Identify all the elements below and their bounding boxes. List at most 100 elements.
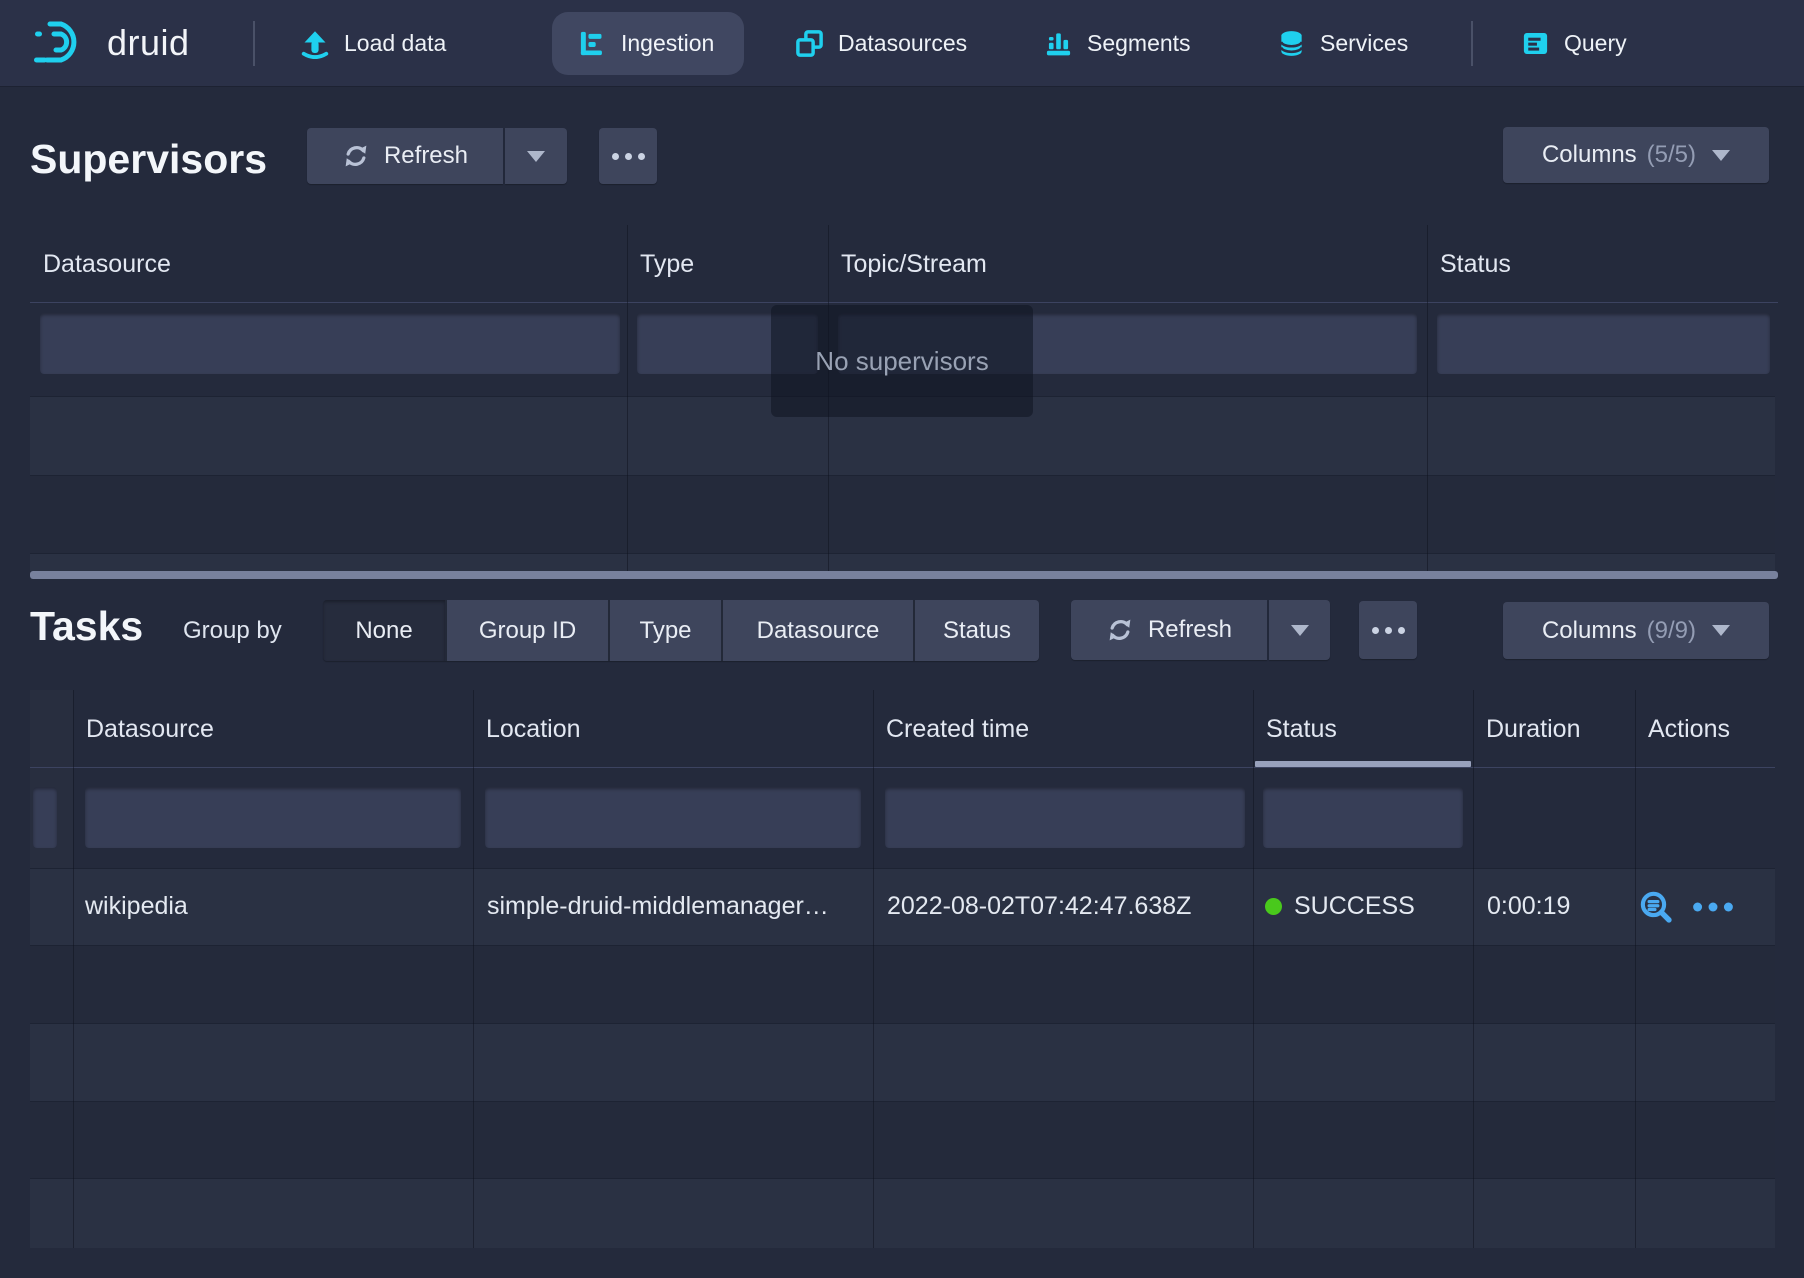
column-divider [1427,225,1428,571]
task-detail-magnifier-icon[interactable] [1638,889,1674,925]
header-divider [30,767,1775,768]
group-by-none-button[interactable]: None [323,600,445,661]
column-divider [1253,690,1254,1248]
column-header-actions[interactable]: Actions [1635,690,1775,768]
nav-item-query[interactable]: Query [1521,0,1627,87]
nav-item-label: Services [1320,30,1408,57]
tasks-more-button[interactable] [1359,601,1417,659]
table-row [30,1101,1775,1178]
chevron-down-icon [1291,625,1309,636]
columns-label: Columns [1542,141,1637,169]
supervisors-title: Supervisors [30,136,267,183]
group-by-group-id-button[interactable]: Group ID [445,600,608,661]
tasks-refresh-caret-button[interactable] [1269,600,1330,660]
nav-item-label: Segments [1087,30,1191,57]
chevron-down-icon [527,151,545,162]
druid-console: druid Load data Ingestion [0,0,1804,1278]
chevron-down-icon [1712,150,1730,161]
status-text: SUCCESS [1294,892,1415,921]
logo-text: druid [107,22,190,64]
nav-item-label: Datasources [838,30,967,57]
tasks-columns-button[interactable]: Columns (9/9) [1503,602,1769,659]
supervisors-columns-button[interactable]: Columns (5/5) [1503,127,1769,183]
tasks-refresh-split-button: Refresh [1071,600,1330,660]
cell-created-time: 2022-08-02T07:42:47.638Z [887,868,1247,945]
load-data-icon [300,29,330,59]
horizontal-scrollbar[interactable] [30,571,1778,579]
column-header-datasource[interactable]: Datasource [30,225,627,303]
column-divider [1635,690,1636,1248]
nav-divider [253,21,255,66]
column-header-topic-stream[interactable]: Topic/Stream [828,225,1427,303]
supervisors-more-button[interactable] [599,128,657,184]
group-by-button-group: None Group ID Type Datasource Status [323,600,1039,661]
filter-location-input[interactable] [485,787,861,848]
more-icon [1372,627,1405,634]
cell-actions [1638,868,1798,945]
column-header-type[interactable]: Type [627,225,828,303]
group-by-datasource-button[interactable]: Datasource [721,600,913,661]
column-header-status[interactable]: Status [1427,225,1778,303]
nav-item-label: Query [1564,30,1627,57]
header-divider [30,302,1778,303]
filter-datasource-input[interactable] [40,313,620,374]
cell-location: simple-druid-middlemanager… [487,868,857,945]
cell-duration: 0:00:19 [1487,868,1637,945]
nav-divider [1471,21,1473,66]
nav-item-label: Load data [344,30,446,57]
table-row [30,553,1775,571]
filter-created-time-input[interactable] [885,787,1245,848]
column-header-location[interactable]: Location [473,690,873,768]
supervisors-refresh-caret-button[interactable] [505,128,567,184]
nav-item-ingestion[interactable]: Ingestion [552,12,744,75]
chevron-down-icon [1712,625,1730,636]
table-row [30,475,1775,553]
druid-logo-icon [34,19,92,67]
filter-datasource-input[interactable] [85,787,461,848]
columns-count: (5/5) [1647,141,1696,169]
more-icon [612,153,645,160]
group-by-label: Group by [183,617,282,645]
ingestion-icon [578,29,607,58]
query-icon [1521,29,1550,58]
empty-state-message: No supervisors [815,346,988,377]
column-header-created-time[interactable]: Created time [873,690,1253,768]
columns-label: Columns [1542,617,1637,645]
nav-item-segments[interactable]: Segments [1044,0,1191,87]
columns-count: (9/9) [1647,617,1696,645]
table-row [30,945,1775,1023]
filter-status-input[interactable] [1263,787,1463,848]
column-divider [627,225,628,571]
supervisors-refresh-button[interactable]: Refresh [307,128,503,184]
task-row-wikipedia[interactable]: wikipedia simple-druid-middlemanager… 20… [30,868,1775,945]
tasks-refresh-button[interactable]: Refresh [1071,600,1267,660]
filter-task-id-input-clipped[interactable] [33,787,57,848]
group-by-type-button[interactable]: Type [608,600,721,661]
services-icon [1277,29,1306,58]
column-divider [1473,690,1474,1248]
filter-status-input[interactable] [1437,313,1770,374]
task-actions-more-icon[interactable] [1692,901,1734,913]
refresh-icon [1106,616,1134,644]
table-row [30,1023,1775,1101]
column-header-status-sorted[interactable]: Status [1253,690,1473,768]
segments-icon [1044,29,1073,58]
table-row [30,1178,1775,1248]
nav-item-services[interactable]: Services [1277,0,1408,87]
refresh-label: Refresh [384,142,468,170]
column-divider [73,690,74,1248]
column-header-datasource[interactable]: Datasource [73,690,473,768]
nav-item-datasources[interactable]: Datasources [795,0,967,87]
nav-item-load-data[interactable]: Load data [300,0,446,87]
refresh-label: Refresh [1148,616,1232,644]
cell-datasource: wikipedia [85,868,455,945]
column-divider [473,690,474,1248]
column-header-duration[interactable]: Duration [1473,690,1635,768]
refresh-icon [342,142,370,170]
nav-bar: druid Load data Ingestion [0,0,1804,87]
empty-state-overlay: No supervisors [771,305,1033,417]
group-by-status-button[interactable]: Status [913,600,1039,661]
tasks-title: Tasks [30,603,143,650]
druid-logo[interactable]: druid [34,15,190,71]
status-success-dot-icon [1265,898,1282,915]
